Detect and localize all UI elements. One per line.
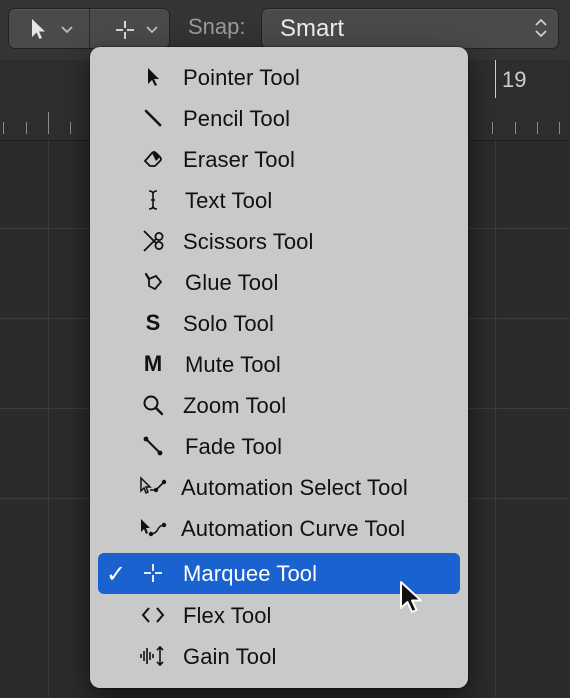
mouse-cursor-icon	[400, 581, 422, 613]
scissors-icon	[138, 226, 168, 256]
menu-item-automation-select-tool[interactable]: Automation Select Tool	[98, 467, 460, 508]
up-down-chevron-icon	[535, 18, 547, 38]
menu-item-label: Glue Tool	[185, 270, 279, 295]
pointer-icon	[138, 62, 168, 92]
menu-item-label: Solo Tool	[183, 311, 275, 336]
menu-item-label: Zoom Tool	[183, 393, 287, 418]
mute-icon: M	[138, 349, 168, 379]
text-cursor-icon	[138, 185, 168, 215]
grid-line	[48, 140, 49, 698]
left-click-tool-button[interactable]	[9, 9, 89, 48]
menu-item-label: Automation Select Tool	[181, 475, 408, 500]
menu-item-label: Fade Tool	[185, 434, 283, 459]
ruler-tick	[559, 122, 560, 134]
crosshair-icon	[116, 21, 134, 39]
eraser-icon	[138, 144, 168, 174]
menu-item-text-tool[interactable]: Text Tool	[98, 180, 460, 221]
ruler-tick	[48, 112, 49, 134]
chevron-down-icon	[61, 26, 73, 34]
menu-item-fade-tool[interactable]: Fade Tool	[98, 426, 460, 467]
pencil-icon	[138, 103, 168, 133]
grid-line	[495, 140, 496, 698]
flex-icon	[138, 600, 168, 630]
ruler-tick	[492, 122, 493, 134]
checkmark-icon: ✓	[106, 561, 127, 588]
magnifier-icon	[138, 390, 168, 420]
menu-item-label: Pointer Tool	[183, 65, 300, 90]
ruler-tick	[3, 122, 4, 134]
bar-marker-line	[495, 60, 496, 98]
automation-select-icon	[138, 472, 168, 502]
menu-item-label: Mute Tool	[185, 352, 281, 377]
snap-mode-select[interactable]: Smart	[261, 8, 559, 49]
menu-item-label: Automation Curve Tool	[181, 516, 406, 541]
menu-item-glue-tool[interactable]: Glue Tool	[98, 262, 460, 303]
menu-item-pointer-tool[interactable]: Pointer Tool	[98, 57, 460, 98]
glue-icon	[138, 267, 168, 297]
menu-item-scissors-tool[interactable]: Scissors Tool	[98, 221, 460, 262]
snap-mode-value: Smart	[280, 15, 345, 42]
menu-item-label: Pencil Tool	[183, 106, 291, 131]
menu-item-zoom-tool[interactable]: Zoom Tool	[98, 385, 460, 426]
ruler-tick	[70, 122, 71, 134]
menu-item-mute-tool[interactable]: M Mute Tool	[98, 344, 460, 385]
gain-icon	[138, 641, 168, 671]
tool-selector-group	[8, 8, 170, 49]
pointer-icon	[32, 19, 45, 39]
menu-item-automation-curve-tool[interactable]: Automation Curve Tool	[98, 508, 460, 549]
snap-label: Snap:	[188, 14, 246, 39]
menu-item-label: Marquee Tool	[183, 561, 318, 586]
solo-glyph: S	[145, 310, 161, 335]
automation-curve-icon	[138, 513, 168, 543]
menu-item-label: Eraser Tool	[183, 147, 295, 172]
menu-item-gain-tool[interactable]: Gain Tool	[98, 636, 460, 677]
command-click-tool-button[interactable]	[90, 9, 170, 48]
menu-item-label: Gain Tool	[183, 644, 277, 669]
mute-glyph: M	[143, 351, 163, 376]
chevron-down-icon	[146, 26, 158, 34]
menu-item-label: Text Tool	[185, 188, 273, 213]
menu-item-eraser-tool[interactable]: Eraser Tool	[98, 139, 460, 180]
menu-item-label: Flex Tool	[183, 603, 272, 628]
menu-item-label: Scissors Tool	[183, 229, 314, 254]
menu-item-pencil-tool[interactable]: Pencil Tool	[98, 98, 460, 139]
fade-icon	[138, 431, 168, 461]
solo-icon: S	[138, 308, 168, 338]
ruler-tick	[537, 122, 538, 134]
ruler-tick	[515, 122, 516, 134]
menu-item-solo-tool[interactable]: S Solo Tool	[98, 303, 460, 344]
bar-number: 19	[502, 67, 527, 92]
crosshair-icon	[138, 558, 168, 588]
ruler-tick	[26, 122, 27, 134]
